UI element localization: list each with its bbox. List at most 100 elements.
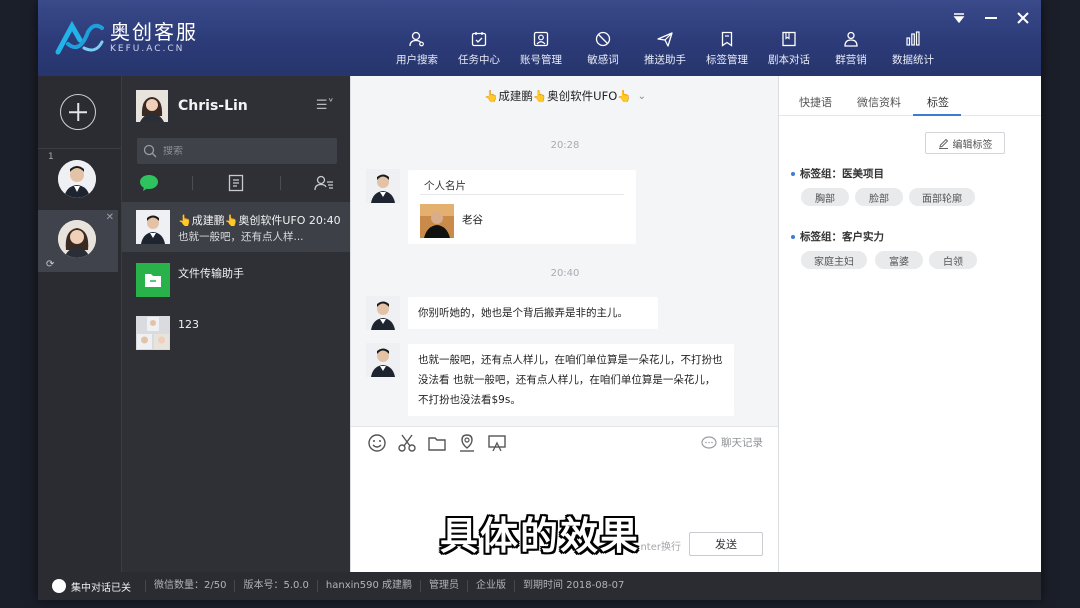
toolbar-data-stats[interactable]: 数据统计	[882, 30, 944, 67]
tab-chats[interactable]	[138, 173, 160, 193]
toolbar-task-center[interactable]: 任务中心	[448, 30, 510, 67]
divider	[279, 176, 281, 190]
tag-group-title: 标签组：医美项目	[791, 166, 884, 181]
composer-toolbar	[367, 433, 507, 453]
conversation-title: 文件传输助手	[178, 267, 244, 280]
sender-avatar	[366, 343, 400, 377]
toolbar-group-marketing[interactable]: 群营销	[820, 30, 882, 67]
scissors-icon[interactable]	[397, 433, 417, 453]
toolbar-label: 群营销	[835, 54, 867, 66]
folder-icon[interactable]	[427, 433, 447, 453]
address-book-icon	[229, 174, 244, 192]
ban-icon	[595, 31, 611, 47]
tab-wechat-profile[interactable]: 微信资料	[857, 94, 901, 110]
contact-card-message[interactable]: 个人名片 老谷	[408, 170, 636, 244]
close-account-icon[interactable]: ✕	[106, 212, 114, 223]
info-tabs: 快捷语 微信资料 标签	[779, 76, 1041, 116]
close-icon[interactable]	[1015, 10, 1031, 26]
avatar	[58, 160, 96, 198]
dropdown-menu-icon[interactable]	[951, 10, 967, 26]
minimize-icon[interactable]	[983, 10, 999, 26]
chat-header[interactable]: 👆成建鹏👆奥创软件UFO👆 ⌄	[351, 76, 779, 116]
send-icon	[657, 32, 673, 47]
status-edition: 企业版	[467, 580, 514, 592]
tag-group-label: 标签组：客户实力	[800, 231, 884, 243]
divider	[192, 176, 194, 190]
screenshot-icon[interactable]	[487, 433, 507, 453]
info-panel: 快捷语 微信资料 标签 编辑标签 标签组：医美项目 胸部 脸部 面部轮廓 标签组…	[778, 76, 1041, 572]
focus-chat-toggle[interactable]: 集中对话已关	[52, 579, 131, 594]
rail-account-1[interactable]: 1	[38, 150, 118, 210]
toolbar-user-search[interactable]: 用户搜索	[386, 30, 448, 67]
avatar	[58, 220, 96, 258]
card-name: 老谷	[462, 214, 483, 226]
tab-tags[interactable]: 标签	[927, 94, 949, 110]
toolbar-label: 账号管理	[520, 54, 562, 66]
contact-search	[137, 138, 337, 164]
tag-chip[interactable]: 胸部	[801, 188, 849, 206]
bullet-icon	[791, 234, 795, 239]
menu-icon[interactable]: ☰˅	[316, 98, 334, 113]
message-bubble: 也就一般吧，还有点人样儿，在咱们单位算是一朵花儿，不打扮也没法看 也就一般吧，还…	[408, 344, 734, 416]
file-transfer-icon	[136, 263, 170, 297]
status-bar: 集中对话已关 微信数量：2/50 版本号：5.0.0 hanxin590 成建鹏…	[38, 572, 1041, 600]
conversation-list-panel: Chris-Lin ☰˅ 搜索 👆成建鹏👆奥创软件UFO 20:40 也就一般吧…	[121, 76, 351, 572]
task-icon	[471, 32, 487, 47]
conversation-item[interactable]: 123	[122, 308, 351, 358]
toolbar-account-manage[interactable]: 账号管理	[510, 30, 572, 67]
toolbar-sensitive-words[interactable]: 敏感词	[572, 30, 634, 67]
tag-chip[interactable]: 富婆	[875, 251, 923, 269]
user-list-icon	[314, 175, 333, 191]
conversation-title: 123	[178, 318, 199, 331]
avatar	[136, 210, 170, 244]
toolbar-label: 任务中心	[458, 54, 500, 66]
group-avatar	[136, 316, 170, 350]
emoji-icon[interactable]	[367, 433, 387, 453]
chevron-down-icon[interactable]: ⌄	[638, 91, 646, 102]
tag-chip[interactable]: 家庭主妇	[801, 251, 867, 269]
tag-chip[interactable]: 白领	[929, 251, 977, 269]
tag-chip[interactable]: 脸部	[855, 188, 903, 206]
conversation-item[interactable]: 文件传输助手	[122, 255, 351, 305]
rail-account-2[interactable]: ✕ ⟳	[38, 210, 118, 272]
tab-friends[interactable]	[313, 173, 335, 193]
toolbar-label: 数据统计	[892, 54, 934, 66]
chat-panel: 👆成建鹏👆奥创软件UFO👆 ⌄ 20:28 个人名片 老谷 20:40 你别听她…	[350, 76, 779, 572]
toggle-label: 集中对话已关	[71, 582, 131, 594]
conversation-title: 👆成建鹏👆奥创软件UFO 20:40	[178, 214, 341, 227]
edit-tags-button[interactable]: 编辑标签	[925, 132, 1005, 154]
tab-quick-replies[interactable]: 快捷语	[799, 94, 832, 110]
edit-tags-label: 编辑标签	[952, 139, 993, 151]
account-icon	[533, 31, 549, 47]
video-frame: 奥创客服 KEFU.AC.CN 用户搜索 任务中心 账号管理 敏感词 推送助手 …	[0, 0, 1080, 608]
toolbar-label: 标签管理	[706, 54, 748, 66]
toggle-knob	[52, 579, 66, 593]
divider	[38, 148, 121, 149]
toolbar-label: 推送助手	[644, 54, 686, 66]
tag-chip[interactable]: 面部轮廓	[909, 188, 975, 206]
history-label: 聊天记录	[721, 437, 763, 449]
card-title: 个人名片	[424, 180, 466, 192]
bullet-icon	[791, 171, 795, 176]
conversation-item[interactable]: 👆成建鹏👆奥创软件UFO 20:40 也就一般吧，还有点人样...	[122, 202, 351, 252]
toolbar-tag-manage[interactable]: 标签管理	[696, 30, 758, 67]
list-tabs	[122, 172, 351, 194]
toolbar-script-dialog[interactable]: 剧本对话	[758, 30, 820, 67]
tag-group-label: 标签组：医美项目	[800, 168, 884, 180]
app-header: 奥创客服 KEFU.AC.CN 用户搜索 任务中心 账号管理 敏感词 推送助手 …	[38, 0, 1041, 76]
search-input[interactable]	[163, 145, 333, 157]
timestamp: 20:40	[550, 268, 580, 279]
toolbar-label: 用户搜索	[396, 54, 438, 66]
add-account-button[interactable]	[60, 94, 96, 130]
chat-history-button[interactable]: 聊天记录	[701, 435, 763, 450]
tab-contacts-book[interactable]	[225, 173, 247, 193]
divider	[420, 194, 624, 195]
sync-icon[interactable]: ⟳	[46, 259, 54, 270]
timestamp: 20:28	[550, 140, 580, 151]
app-logo: 奥创客服 KEFU.AC.CN	[54, 18, 198, 58]
status-account: hanxin590 成建鹏	[316, 580, 420, 592]
location-icon[interactable]	[457, 433, 477, 453]
toolbar-push-assistant[interactable]: 推送助手	[634, 30, 696, 67]
window-controls	[951, 10, 1031, 26]
status-expiry: 到期时间 2018-08-07	[514, 580, 632, 592]
